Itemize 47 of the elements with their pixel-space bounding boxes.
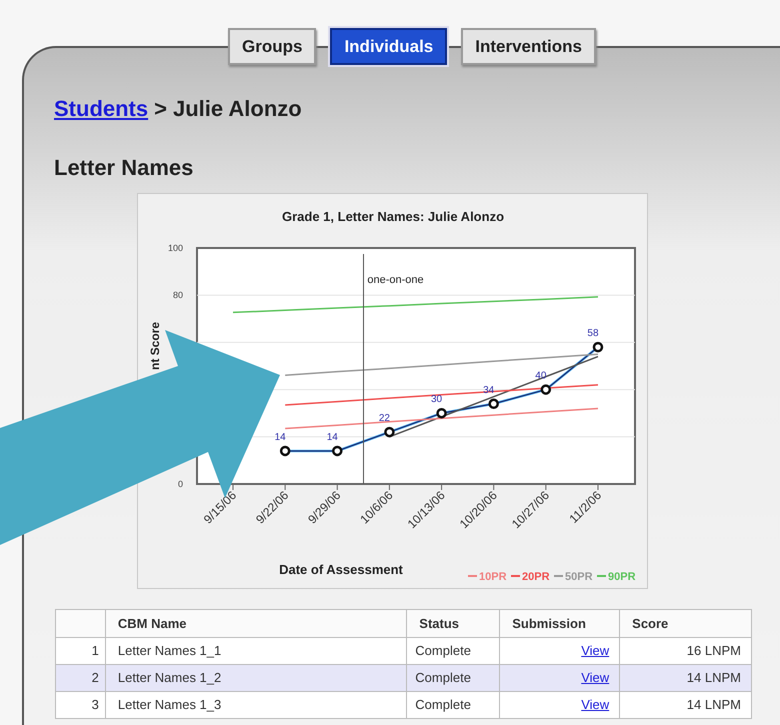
column-header: Score [620, 610, 752, 638]
table-row[interactable]: 1 Letter Names 1_1 Complete View 16 LNPM [56, 638, 752, 664]
y-tick-label: 80 [172, 290, 183, 300]
data-label: 30 [431, 394, 442, 406]
section-heading: Letter Names [54, 154, 194, 182]
data-point [488, 398, 499, 409]
data-label: 22 [378, 413, 390, 424]
table-cell: 14 LNPM [620, 692, 752, 718]
legend-label: 90PR [608, 571, 636, 583]
data-label: 14 [274, 432, 286, 443]
tab[interactable]: Interventions [461, 28, 596, 65]
view-link[interactable]: View [581, 670, 610, 686]
data-point [592, 342, 604, 352]
view-link[interactable]: View [581, 643, 610, 658]
column-header: Submission [500, 610, 620, 638]
table-cell: Letter Names 1_3 [105, 692, 407, 718]
data-point [384, 426, 395, 438]
view-link[interactable]: View [581, 697, 610, 712]
legend-label: 10PR [479, 571, 507, 583]
breadcrumb-separator: > [154, 95, 167, 123]
legend-item: 90PR [597, 571, 636, 583]
data-point [332, 446, 343, 456]
students-link[interactable]: Students [54, 92, 148, 125]
x-axis-label: Date of Assessment [279, 562, 403, 577]
table-cell: Complete [406, 692, 500, 718]
data-point [280, 446, 290, 456]
column-header: CBM Name [105, 610, 407, 638]
legend-item: 20PR [511, 571, 550, 583]
breadcrumb-current: Julie Alonzo [172, 95, 302, 123]
data-label: 58 [587, 328, 599, 340]
tab[interactable]: Individuals [330, 28, 448, 65]
table-row[interactable]: 2 Letter Names 1_2 Complete View 14 LNPM [56, 664, 752, 692]
legend-label: 50PR [565, 571, 593, 583]
legend-item: 50PR [554, 571, 593, 583]
legend-item: 10PR [468, 571, 507, 583]
chart-title: Grade 1, Letter Names: Julie Alonzo [282, 209, 504, 224]
y-tick-label: 100 [168, 243, 183, 253]
table-row[interactable]: 3 Letter Names 1_3 Complete View 14 LNPM [56, 692, 752, 718]
tab[interactable]: Groups [228, 28, 316, 65]
data-point [540, 384, 552, 395]
y-axis-label: nt Score [148, 322, 162, 370]
data-label: 14 [326, 432, 338, 443]
data-point [436, 408, 447, 418]
y-tick-label: 0 [178, 479, 183, 489]
annotation-label: one-on-one [367, 274, 424, 286]
legend-label: 20PR [522, 571, 550, 583]
row-number: 3 [56, 692, 106, 718]
